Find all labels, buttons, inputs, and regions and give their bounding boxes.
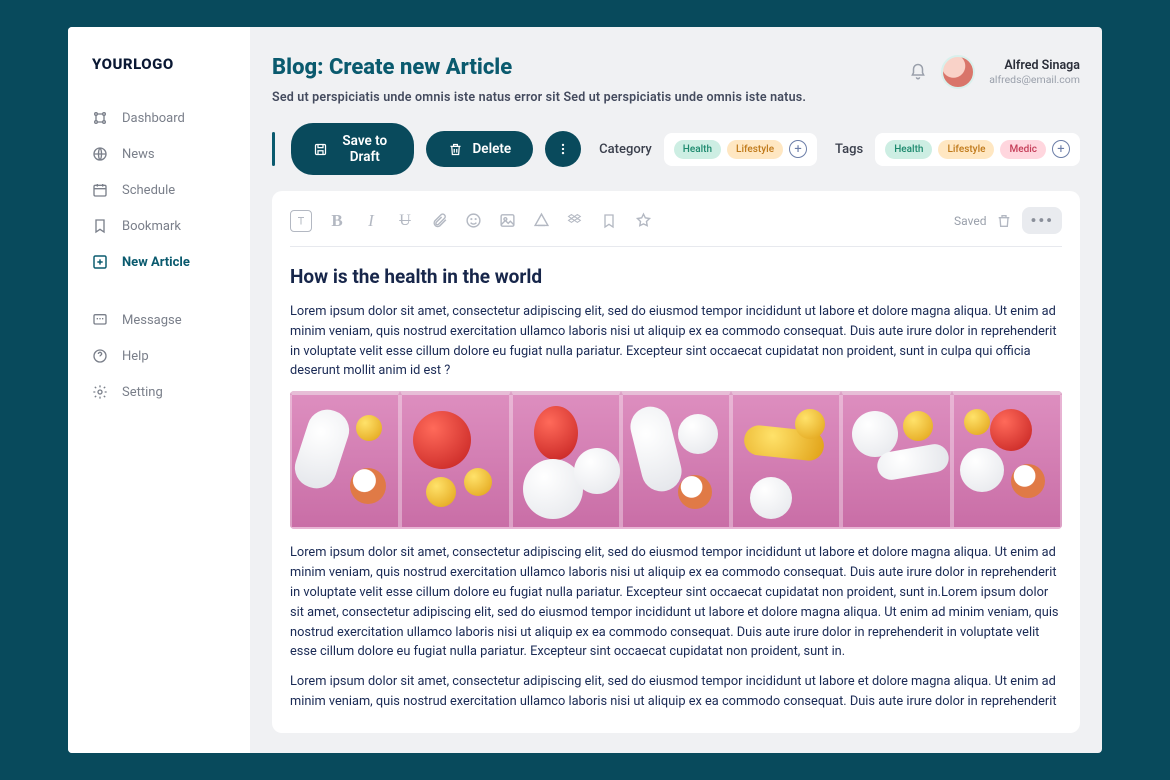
plus-square-icon: [92, 254, 108, 270]
user-area: Alfred Sinaga alfreds@email.com: [909, 55, 1080, 89]
paragraph[interactable]: Lorem ipsum dolor sit amet, consectetur …: [290, 672, 1062, 713]
trash-tool-icon[interactable]: [996, 213, 1012, 229]
bell-icon[interactable]: [909, 63, 927, 81]
sidebar-item-messages[interactable]: Messagse: [92, 303, 232, 337]
more-actions-button[interactable]: [545, 131, 581, 167]
more-tool-button[interactable]: •••: [1022, 207, 1062, 234]
sidebar-item-label: News: [122, 147, 155, 162]
save-icon: [313, 142, 328, 157]
underline-icon[interactable]: U: [396, 212, 414, 230]
page-subtitle: Sed ut perspiciatis unde omnis iste natu…: [272, 90, 909, 105]
shape-icon[interactable]: [532, 212, 550, 230]
paragraph[interactable]: Lorem ipsum dolor sit amet, consectetur …: [290, 543, 1062, 662]
brand-logo: YOURLOGO: [92, 55, 232, 73]
delete-button[interactable]: Delete: [426, 131, 534, 167]
sidebar: YOURLOGO Dashboard News Schedule Bookmar…: [68, 27, 250, 753]
button-label: Delete: [473, 141, 512, 157]
editor-toolbar: B I U Saved •••: [290, 205, 1062, 247]
sidebar-item-label: New Article: [122, 255, 190, 270]
sidebar-item-label: Setting: [122, 385, 163, 400]
sidebar-item-bookmark[interactable]: Bookmark: [92, 209, 232, 243]
app-shell: YOURLOGO Dashboard News Schedule Bookmar…: [68, 27, 1102, 753]
chip-tag[interactable]: Medic: [1000, 140, 1046, 159]
star-icon[interactable]: [634, 212, 652, 230]
sidebar-item-label: Schedule: [122, 183, 175, 198]
page-title: Blog: Create new Article: [272, 55, 909, 80]
top-bar: Blog: Create new Article Sed ut perspici…: [272, 55, 1080, 105]
dropbox-icon[interactable]: [566, 212, 584, 230]
emoji-icon[interactable]: [464, 212, 482, 230]
sidebar-item-label: Messagse: [122, 313, 182, 328]
chip-tag[interactable]: Health: [885, 140, 932, 159]
category-chip-box: Health Lifestyle +: [664, 133, 817, 166]
message-icon: [92, 312, 108, 328]
action-row: Save to Draft Delete Category Health Lif…: [272, 123, 1080, 175]
tags-chip-box: Health Lifestyle Medic +: [875, 133, 1080, 166]
sidebar-item-label: Help: [122, 349, 149, 364]
image-icon[interactable]: [498, 212, 516, 230]
bold-icon[interactable]: B: [328, 212, 346, 230]
user-text: Alfred Sinaga alfreds@email.com: [989, 58, 1080, 86]
add-category-button[interactable]: +: [789, 140, 807, 158]
sidebar-item-label: Dashboard: [122, 111, 185, 126]
sidebar-item-setting[interactable]: Setting: [92, 375, 232, 409]
add-tag-button[interactable]: +: [1052, 140, 1070, 158]
editor-content[interactable]: How is the health in the world Lorem ips…: [290, 247, 1062, 713]
paragraph[interactable]: Lorem ipsum dolor sit amet, consectetur …: [290, 302, 1062, 381]
trash-icon: [448, 142, 463, 157]
tags-label: Tags: [835, 142, 863, 157]
avatar[interactable]: [941, 55, 975, 89]
italic-icon[interactable]: I: [362, 212, 380, 230]
sidebar-item-dashboard[interactable]: Dashboard: [92, 101, 232, 135]
editor-card: B I U Saved ••• How is: [272, 191, 1080, 733]
chip-category[interactable]: Health: [674, 140, 721, 159]
sidebar-item-help[interactable]: Help: [92, 339, 232, 373]
article-title[interactable]: How is the health in the world: [290, 265, 1062, 288]
category-label: Category: [599, 142, 652, 157]
globe-icon: [92, 146, 108, 162]
user-email: alfreds@email.com: [989, 73, 1080, 86]
attachment-icon[interactable]: [430, 212, 448, 230]
main-content: Blog: Create new Article Sed ut perspici…: [250, 27, 1102, 753]
user-name: Alfred Sinaga: [989, 58, 1080, 73]
article-image: [290, 391, 1062, 529]
settings-icon: [92, 384, 108, 400]
calendar-icon: [92, 182, 108, 198]
sidebar-item-news[interactable]: News: [92, 137, 232, 171]
bookmark-tool-icon[interactable]: [600, 212, 618, 230]
chip-category[interactable]: Lifestyle: [727, 140, 783, 159]
sidebar-item-schedule[interactable]: Schedule: [92, 173, 232, 207]
primary-nav: Dashboard News Schedule Bookmark New Art…: [92, 101, 232, 409]
bookmark-icon: [92, 218, 108, 234]
help-icon: [92, 348, 108, 364]
accent-bar: [272, 132, 275, 166]
dots-vertical-icon: [556, 142, 570, 156]
chip-tag[interactable]: Lifestyle: [938, 140, 994, 159]
sidebar-item-label: Bookmark: [122, 219, 181, 234]
text-tool-icon[interactable]: [290, 210, 312, 232]
sidebar-item-new-article[interactable]: New Article: [92, 245, 232, 279]
button-label: Save to Draft: [338, 133, 391, 165]
grid-icon: [92, 110, 108, 126]
save-draft-button[interactable]: Save to Draft: [291, 123, 413, 175]
saved-status: Saved: [954, 214, 986, 228]
